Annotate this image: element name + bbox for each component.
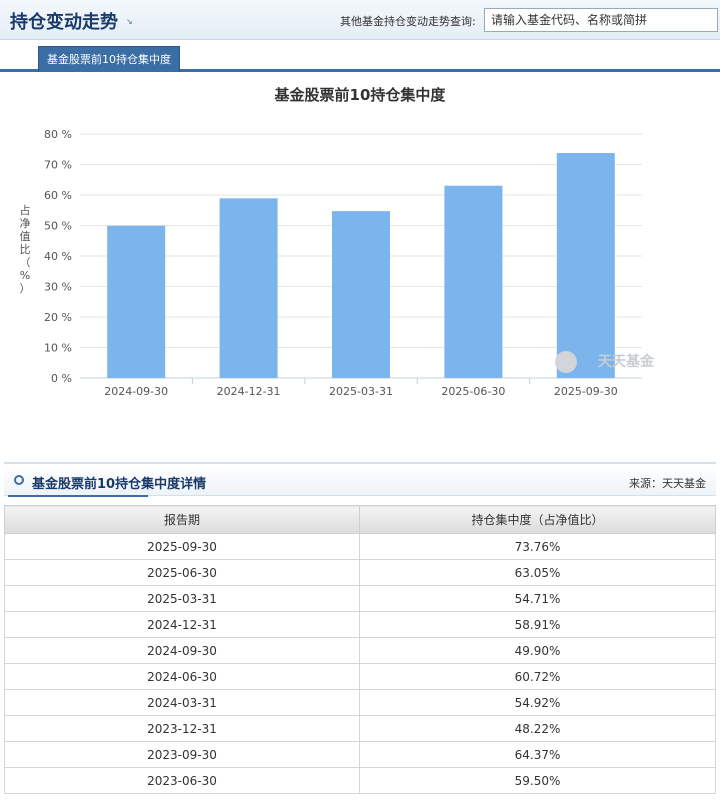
cell-concentration: 73.76%: [359, 533, 716, 560]
cell-period: 2023-12-31: [4, 715, 360, 742]
circle-bullet-icon: [14, 475, 24, 485]
detail-title-underline: [8, 495, 148, 497]
column-header-concentration[interactable]: 持仓集中度（占净值比）: [359, 505, 716, 534]
table-row: 2025-03-31 54.71%: [4, 585, 716, 612]
x-tick-label: 2025-06-30: [441, 385, 505, 398]
detail-title: 基金股票前10持仓集中度详情: [32, 477, 207, 492]
chart-area: 基金股票前10持仓集中度 占 净 值 比 （ % ） 0 % 10 % 20 % 30…: [0, 74, 720, 454]
table-row: 2023-09-30 64.37%: [4, 741, 716, 768]
y-tick-label: 20 %: [44, 311, 72, 324]
table-row: 2024-06-30 60.72%: [4, 663, 716, 690]
cell-concentration: 54.71%: [359, 585, 716, 612]
cell-period: 2024-09-30: [4, 637, 360, 664]
bar[interactable]: [556, 153, 615, 378]
cell-concentration: 49.90%: [359, 637, 716, 664]
cell-period: 2023-06-30: [4, 767, 360, 794]
cell-concentration: 54.92%: [359, 689, 716, 716]
x-tick-label: 2025-09-30: [554, 385, 618, 398]
cell-concentration: 63.05%: [359, 559, 716, 586]
table-header-row: 报告期 持仓集中度（占净值比）: [4, 505, 716, 534]
column-header-period[interactable]: 报告期: [4, 505, 360, 534]
page-title: 持仓变动走势: [10, 12, 118, 33]
table-row: 2023-12-31 48.22%: [4, 715, 716, 742]
table-row: 2024-03-31 54.92%: [4, 689, 716, 716]
top-header: 持仓变动走势 ↘ 其他基金持仓变动走势查询:: [0, 0, 720, 40]
cell-period: 2023-09-30: [4, 741, 360, 768]
y-tick-label: 0 %: [51, 372, 72, 385]
cell-concentration: 59.50%: [359, 767, 716, 794]
arrow-down-right-icon[interactable]: ↘: [126, 17, 133, 26]
table-row: 2025-09-30 73.76%: [4, 533, 716, 560]
tab-top10-concentration[interactable]: 基金股票前10持仓集中度: [38, 46, 180, 72]
y-tick-label: 10 %: [44, 342, 72, 355]
watermark-logo: 天天基金: [598, 353, 655, 370]
detail-source: 来源：天天基金: [629, 477, 706, 490]
cell-period: 2024-03-31: [4, 689, 360, 716]
bar[interactable]: [107, 225, 166, 378]
x-tick-label: 2025-03-31: [329, 385, 393, 398]
cell-concentration: 58.91%: [359, 611, 716, 638]
y-tick-label: 80 %: [44, 128, 72, 141]
cell-period: 2025-09-30: [4, 533, 360, 560]
y-tick-label: 40 %: [44, 250, 72, 263]
cell-period: 2024-12-31: [4, 611, 360, 638]
cell-period: 2025-06-30: [4, 559, 360, 586]
detail-header: 基金股票前10持仓集中度详情 来源：天天基金: [4, 462, 716, 497]
y-tick-label: 30 %: [44, 281, 72, 294]
tab-bar: 基金股票前10持仓集中度: [0, 44, 720, 72]
table-row: 2023-06-30 59.50%: [4, 767, 716, 794]
x-tick-label: 2024-09-30: [104, 385, 168, 398]
cell-concentration: 48.22%: [359, 715, 716, 742]
watermark-logo-icon: [555, 351, 577, 373]
detail-table: 报告期 持仓集中度（占净值比） 2025-09-30 73.76% 2025-06-…: [4, 505, 716, 794]
table-row: 2024-12-31 58.91%: [4, 611, 716, 638]
x-tick-label: 2024-12-31: [217, 385, 281, 398]
cell-period: 2024-06-30: [4, 663, 360, 690]
y-tick-label: 60 %: [44, 189, 72, 202]
cell-concentration: 60.72%: [359, 663, 716, 690]
y-tick-label: 70 %: [44, 159, 72, 172]
query-label: 其他基金持仓变动走势查询:: [340, 15, 476, 28]
table-row: 2024-09-30 49.90%: [4, 637, 716, 664]
table-row: 2025-06-30 63.05%: [4, 559, 716, 586]
fund-search-input[interactable]: [484, 8, 718, 32]
bar[interactable]: [444, 185, 503, 378]
bar[interactable]: [332, 211, 390, 378]
cell-period: 2025-03-31: [4, 585, 360, 612]
y-tick-label: 50 %: [44, 220, 72, 233]
bar[interactable]: [219, 198, 278, 378]
bar-chart: 0 % 10 % 20 % 30 % 40 % 50 % 60 % 70 % 80 % 2024-…: [44, 128, 655, 398]
cell-concentration: 64.37%: [359, 741, 716, 768]
